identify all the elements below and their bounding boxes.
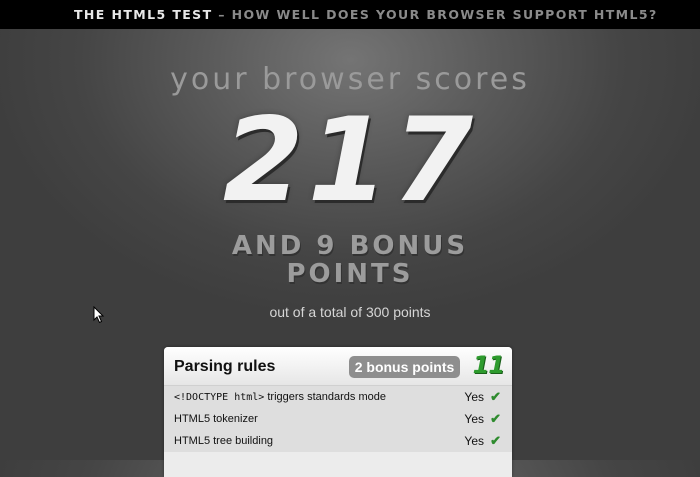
bonus-badge: 2 bonus points	[349, 356, 460, 378]
test-result: Yes	[464, 412, 484, 426]
mouse-pointer-icon	[93, 306, 105, 324]
test-result: Yes	[464, 434, 484, 448]
site-name[interactable]: THE HTML5 TEST	[74, 7, 213, 22]
parsing-rules-section: Parsing rules 2 bonus points 11 <!DOCTYP…	[164, 347, 512, 477]
section-score: 11	[472, 351, 505, 379]
score-caption: your browser scores	[170, 62, 530, 97]
test-result: Yes	[464, 390, 484, 404]
test-label: HTML5 tree building	[174, 435, 274, 447]
check-icon: ✔	[490, 411, 501, 426]
max-points-note: out of a total of 300 points	[269, 304, 431, 320]
check-icon: ✔	[490, 389, 501, 404]
test-label: HTML5 tokenizer	[174, 413, 258, 425]
section-header[interactable]: Parsing rules 2 bonus points 11	[164, 347, 512, 386]
total-score: 217	[222, 93, 478, 228]
test-row[interactable]: <!DOCTYPE html> triggers standards mode …	[164, 386, 512, 408]
test-row[interactable]: HTML5 tokenizer Yes ✔	[164, 408, 512, 430]
top-bar: THE HTML5 TEST – HOW WELL DOES YOUR BROW…	[0, 0, 700, 29]
test-label: triggers standards mode	[264, 391, 386, 403]
test-row[interactable]: HTML5 tree building Yes ✔	[164, 430, 512, 452]
section-title: Parsing rules	[174, 358, 276, 375]
test-list: <!DOCTYPE html> triggers standards mode …	[164, 386, 512, 452]
check-icon: ✔	[490, 433, 501, 448]
test-code: <!DOCTYPE html>	[174, 392, 265, 403]
bonus-points: and 9 bonus points	[231, 231, 469, 289]
site-tagline: – HOW WELL DOES YOUR BROWSER SUPPORT HTM…	[212, 7, 658, 22]
